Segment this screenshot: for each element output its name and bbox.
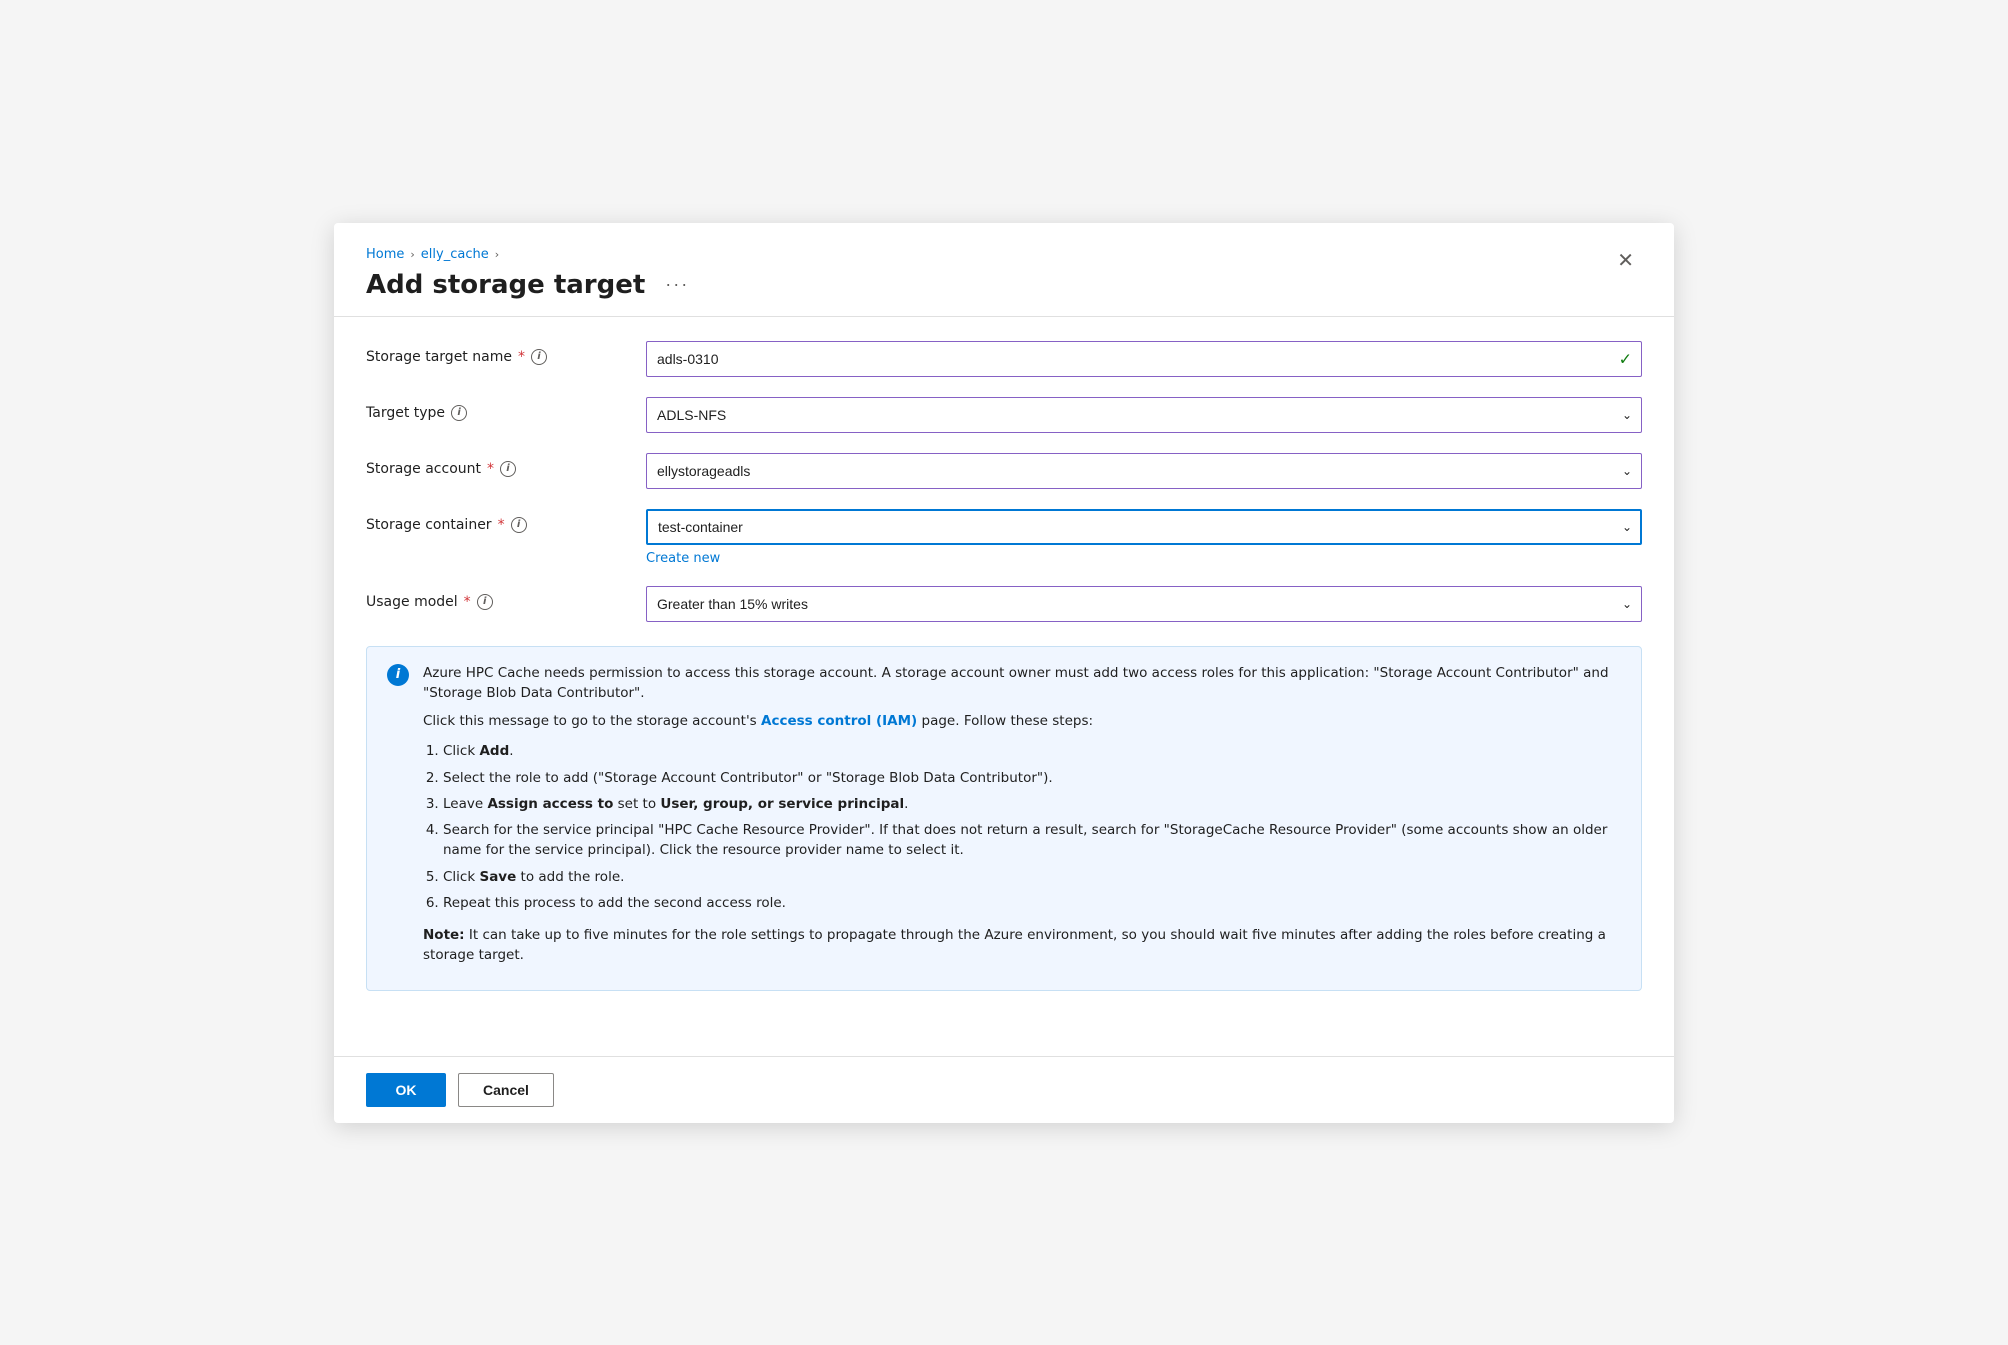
storage-target-name-input-wrap: ✓	[646, 341, 1642, 377]
step-3-bold1: Assign access to	[487, 796, 613, 812]
required-star-name: *	[518, 349, 525, 365]
storage-target-name-info-icon[interactable]: i	[531, 349, 547, 365]
storage-container-select-wrap: test-container ⌄	[646, 509, 1642, 545]
dialog-body: Storage target name * i ✓ Target type i	[334, 317, 1674, 1056]
step-1-bold: Add	[479, 743, 509, 759]
usage-model-select-wrap: Greater than 15% writes ⌄	[646, 586, 1642, 622]
storage-container-select[interactable]: test-container	[646, 509, 1642, 545]
note-text: It can take up to five minutes for the r…	[423, 927, 1606, 963]
step-5-bold: Save	[479, 869, 516, 885]
breadcrumb-home[interactable]: Home	[366, 247, 404, 262]
info-click-post: page. Follow these steps:	[917, 713, 1093, 729]
step-5: Click Save to add the role.	[443, 867, 1621, 887]
storage-container-control: test-container ⌄ Create new	[646, 509, 1642, 566]
breadcrumb-sep2: ›	[495, 248, 499, 261]
storage-container-label: Storage container * i	[366, 509, 646, 533]
storage-account-row: Storage account * i ellystorageadls ⌄	[366, 453, 1642, 489]
close-button[interactable]: ✕	[1609, 247, 1642, 275]
note-bold: Note:	[423, 927, 465, 943]
header-left: Home › elly_cache › Add storage target ·…	[366, 247, 697, 300]
step-3-bold2: User, group, or service principal	[660, 796, 904, 812]
target-type-row: Target type i ADLS-NFS ⌄	[366, 397, 1642, 433]
add-storage-target-dialog: Home › elly_cache › Add storage target ·…	[334, 223, 1674, 1123]
info-box-content: Azure HPC Cache needs permission to acce…	[423, 663, 1621, 974]
step-1: Click Add.	[443, 741, 1621, 761]
info-note: Note: It can take up to five minutes for…	[423, 925, 1621, 966]
iam-link[interactable]: Access control (IAM)	[761, 713, 917, 729]
ok-button[interactable]: OK	[366, 1073, 446, 1107]
iam-link-text: Access control (IAM)	[761, 713, 917, 729]
info-box-icon: i	[387, 664, 409, 686]
title-row: Add storage target ···	[366, 270, 697, 300]
storage-container-row: Storage container * i test-container ⌄ C…	[366, 509, 1642, 566]
info-click-pre: Click this message to go to the storage …	[423, 713, 761, 729]
storage-target-name-label: Storage target name * i	[366, 341, 646, 365]
storage-account-select-wrap: ellystorageadls ⌄	[646, 453, 1642, 489]
cancel-button[interactable]: Cancel	[458, 1073, 554, 1107]
storage-account-label: Storage account * i	[366, 453, 646, 477]
storage-target-name-row: Storage target name * i ✓	[366, 341, 1642, 377]
step-3: Leave Assign access to set to User, grou…	[443, 794, 1621, 814]
storage-account-info-icon[interactable]: i	[500, 461, 516, 477]
storage-target-name-control: ✓	[646, 341, 1642, 377]
create-new-link[interactable]: Create new	[646, 551, 720, 566]
target-type-info-icon[interactable]: i	[451, 405, 467, 421]
required-star-usage: *	[464, 594, 471, 610]
breadcrumb-sep1: ›	[410, 248, 414, 261]
storage-container-info-icon[interactable]: i	[511, 517, 527, 533]
target-type-select-wrap: ADLS-NFS ⌄	[646, 397, 1642, 433]
target-type-select[interactable]: ADLS-NFS	[646, 397, 1642, 433]
target-type-label: Target type i	[366, 397, 646, 421]
required-star-account: *	[487, 461, 494, 477]
breadcrumb-cache[interactable]: elly_cache	[421, 247, 489, 262]
dialog-footer: OK Cancel	[334, 1056, 1674, 1123]
ellipsis-button[interactable]: ···	[657, 270, 697, 299]
dialog-header: Home › elly_cache › Add storage target ·…	[334, 223, 1674, 317]
usage-model-control: Greater than 15% writes ⌄	[646, 586, 1642, 622]
usage-model-info-icon[interactable]: i	[477, 594, 493, 610]
info-box: i Azure HPC Cache needs permission to ac…	[366, 646, 1642, 991]
step-4: Search for the service principal "HPC Ca…	[443, 820, 1621, 861]
storage-account-select[interactable]: ellystorageadls	[646, 453, 1642, 489]
required-star-container: *	[498, 517, 505, 533]
usage-model-row: Usage model * i Greater than 15% writes …	[366, 586, 1642, 622]
step-6: Repeat this process to add the second ac…	[443, 893, 1621, 913]
info-intro: Azure HPC Cache needs permission to acce…	[423, 663, 1621, 704]
target-type-control: ADLS-NFS ⌄	[646, 397, 1642, 433]
storage-target-name-input[interactable]	[646, 341, 1642, 377]
dialog-title: Add storage target	[366, 270, 645, 300]
breadcrumb: Home › elly_cache ›	[366, 247, 697, 262]
info-steps-list: Click Add. Select the role to add ("Stor…	[443, 741, 1621, 913]
info-click-msg: Click this message to go to the storage …	[423, 711, 1621, 731]
usage-model-label: Usage model * i	[366, 586, 646, 610]
storage-account-control: ellystorageadls ⌄	[646, 453, 1642, 489]
step-2: Select the role to add ("Storage Account…	[443, 768, 1621, 788]
usage-model-select[interactable]: Greater than 15% writes	[646, 586, 1642, 622]
